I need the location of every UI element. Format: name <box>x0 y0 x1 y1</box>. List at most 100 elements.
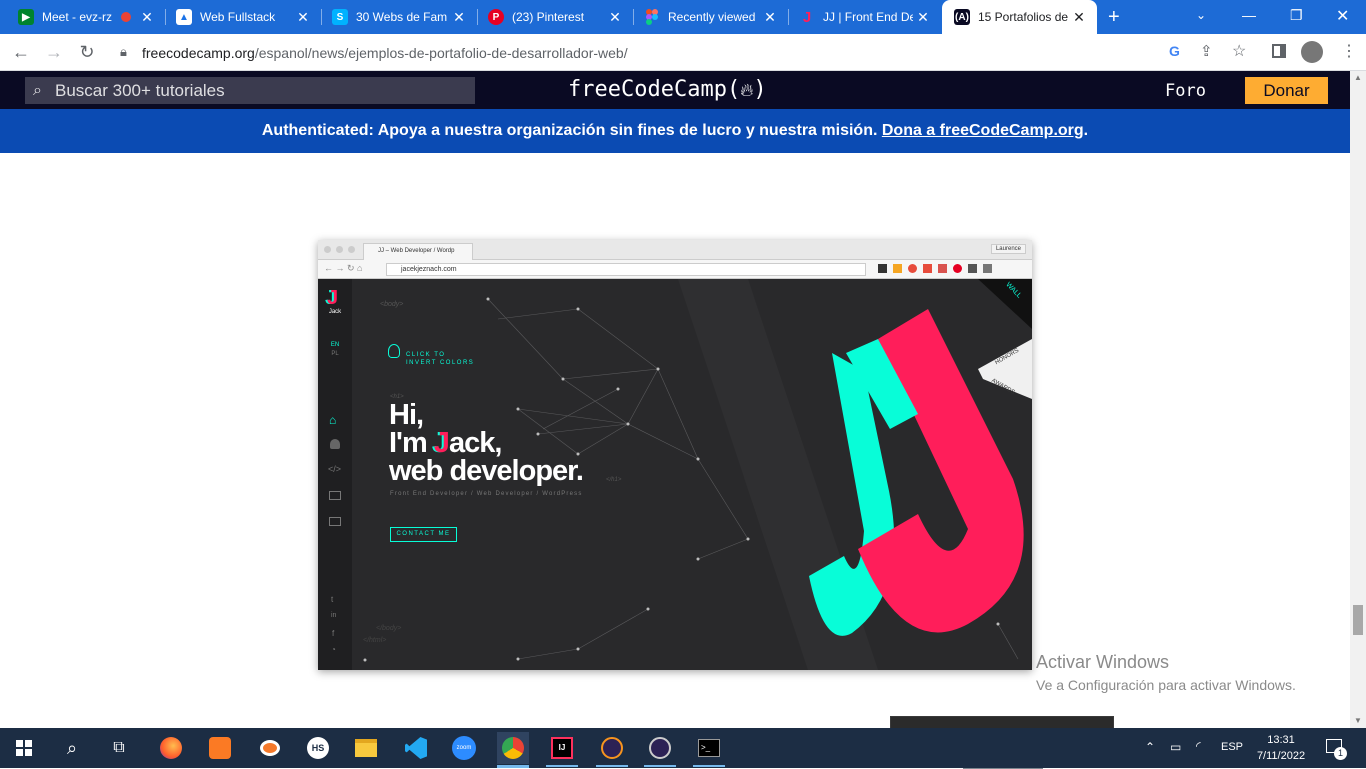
eclipse-2-icon[interactable] <box>644 732 676 764</box>
hero-hi: Hi, <box>389 399 424 431</box>
search-icon[interactable]: ⌕ <box>56 732 88 764</box>
classroom-icon: ▲ <box>176 9 192 25</box>
google-meet-icon: ▶ <box>18 9 34 25</box>
zoom-icon[interactable]: zoom <box>448 732 480 764</box>
screenshot-toolbar: ← → ↻ ⌂ jacekjeznach.com <box>318 260 1032 279</box>
xampp-icon[interactable] <box>204 732 236 764</box>
linkedin-icon: in <box>331 612 337 619</box>
firefox-icon[interactable] <box>155 732 187 764</box>
jj-icon: J <box>802 8 812 26</box>
scrollbar-thumb[interactable] <box>1353 605 1363 635</box>
page-scrollbar[interactable]: ▲ ▼ <box>1350 71 1366 728</box>
mail-icon <box>329 517 341 526</box>
tray-chevron-icon[interactable]: ⌃ <box>1145 740 1155 754</box>
back-icon[interactable]: ← <box>11 42 31 62</box>
scroll-up-icon[interactable]: ▲ <box>1354 73 1362 82</box>
tab-title: 30 Webs de Fam <box>356 10 448 24</box>
donate-button[interactable]: Donar <box>1245 77 1328 104</box>
portfolio-site: WALL HONORS AWARDS J Jack EN PL ⌂ </> t … <box>318 279 1032 670</box>
tab-web-fullstack[interactable]: ▲ Web Fullstack ✕ <box>158 0 321 34</box>
scroll-down-icon[interactable]: ▼ <box>1354 716 1362 725</box>
tag-body-close: </body> <box>376 625 402 632</box>
screenshot-url: jacekjeznach.com <box>386 263 866 276</box>
windows-start-icon[interactable] <box>8 732 40 764</box>
site-navbar: ⌕ Buscar 300+ tutoriales freeCodeCamp(🔥︎… <box>0 71 1350 109</box>
about-icon <box>330 439 340 449</box>
chrome-icon[interactable] <box>497 732 529 764</box>
figma-icon <box>644 9 660 25</box>
pinterest-icon: P <box>488 9 504 25</box>
restore-icon[interactable]: ❐ <box>1290 7 1303 24</box>
tab-title: Web Fullstack <box>200 10 276 24</box>
tab-figma[interactable]: Recently viewed ✕ <box>626 0 788 34</box>
lang-pl: PL <box>331 351 339 357</box>
tab-15-portafolios[interactable]: (A) 15 Portafolios de ✕ <box>942 0 1097 34</box>
vscode-icon[interactable] <box>400 732 432 764</box>
blender-icon[interactable] <box>254 732 286 764</box>
clock-time: 13:31 <box>1267 734 1295 746</box>
site-icon: S <box>332 9 348 25</box>
tab-search-icon[interactable]: ⌄ <box>1196 8 1206 22</box>
close-icon[interactable]: ✕ <box>913 9 933 26</box>
hero-im: I'm Jack, <box>389 427 502 459</box>
auth-banner: Authenticated: Apoya a nuestra organizac… <box>0 109 1350 153</box>
contact-me-button: CONTACT ME <box>390 527 457 542</box>
system-clock[interactable]: 13:31 7/11/2022 <box>1248 732 1314 764</box>
battery-icon[interactable]: ▭ <box>1170 740 1181 754</box>
task-view-icon[interactable]: ⧉ <box>103 732 135 764</box>
wifi-icon[interactable]: ◜ <box>1196 739 1201 753</box>
terminal-icon[interactable]: >_ <box>693 732 725 764</box>
tab-meet[interactable]: ▶ Meet - evz-rz ✕ <box>0 0 165 34</box>
close-icon[interactable]: ✕ <box>137 9 157 26</box>
bookmark-star-icon[interactable]: ☆ <box>1232 41 1246 61</box>
tab-jj[interactable]: J JJ | Front End De ✕ <box>781 0 941 34</box>
minimize-icon[interactable]: — <box>1242 7 1256 23</box>
close-window-icon[interactable]: ✕ <box>1336 6 1349 26</box>
new-tab-button[interactable]: + <box>1108 6 1120 29</box>
screenshot-tabbar: JJ – Web Developer / Wordp Laurence <box>318 240 1032 260</box>
facebook-icon: f <box>332 629 335 638</box>
freecodecamp-icon: (A) <box>954 9 970 25</box>
address-bar[interactable]: 🔒︎ freecodecamp.org/espanol/news/ejemplo… <box>108 38 1258 67</box>
lock-icon: 🔒︎ <box>120 44 127 59</box>
donate-link[interactable]: Dona a freeCodeCamp.org <box>882 122 1084 139</box>
share-icon[interactable]: ⇪ <box>1200 42 1213 60</box>
banner-text: Authenticated: Apoya a nuestra organizac… <box>261 122 878 139</box>
hero-role: web developer. <box>389 455 584 487</box>
browser-tab-strip: ▶ Meet - evz-rz ✕ ▲ Web Fullstack ✕ S 30… <box>0 0 1366 34</box>
close-icon[interactable]: ✕ <box>605 9 625 26</box>
menu-icon[interactable]: ⋮ <box>1341 41 1357 61</box>
file-explorer-icon[interactable] <box>350 732 382 764</box>
intellij-icon[interactable]: IJ <box>546 732 578 764</box>
tab-30-webs[interactable]: S 30 Webs de Fam ✕ <box>314 0 477 34</box>
foro-link[interactable]: Foro <box>1165 81 1206 101</box>
close-icon[interactable]: ✕ <box>760 9 780 26</box>
search-input[interactable]: ⌕ Buscar 300+ tutoriales <box>25 77 475 104</box>
forward-icon[interactable]: → <box>44 42 64 62</box>
tab-title: 15 Portafolios de <box>978 10 1069 24</box>
rss-icon: ◔ <box>331 645 336 654</box>
search-icon: ⌕ <box>33 82 42 99</box>
language-indicator[interactable]: ESP <box>1221 741 1243 753</box>
close-icon[interactable]: ✕ <box>449 9 469 26</box>
freecodecamp-logo[interactable]: freeCodeCamp(🔥︎) <box>568 77 767 102</box>
close-icon[interactable]: ✕ <box>1069 9 1089 26</box>
code-icon: </> <box>328 464 342 474</box>
google-lens-icon[interactable]: G <box>1169 43 1180 59</box>
avatar[interactable] <box>1301 41 1323 63</box>
reload-icon[interactable]: ↻ <box>77 42 97 62</box>
flame-icon: 🔥︎ <box>740 80 754 101</box>
close-icon[interactable]: ✕ <box>293 9 313 26</box>
lang-en: EN <box>330 342 340 348</box>
url-path: /espanol/news/ejemplos-de-portafolio-de-… <box>254 45 628 61</box>
tab-pinterest[interactable]: P (23) Pinterest ✕ <box>470 0 633 34</box>
eclipse-icon[interactable] <box>596 732 628 764</box>
recording-icon <box>121 12 131 22</box>
screenshot-extension-icons <box>878 264 992 273</box>
hubspot-icon[interactable]: HS <box>302 732 334 764</box>
notification-count: 1 <box>1334 747 1347 760</box>
url-host: freecodecamp.org <box>142 45 255 61</box>
side-panel-icon[interactable] <box>1272 44 1286 58</box>
tag-h1-close: </h1> <box>606 477 622 483</box>
home-icon: ⌂ <box>329 413 337 427</box>
